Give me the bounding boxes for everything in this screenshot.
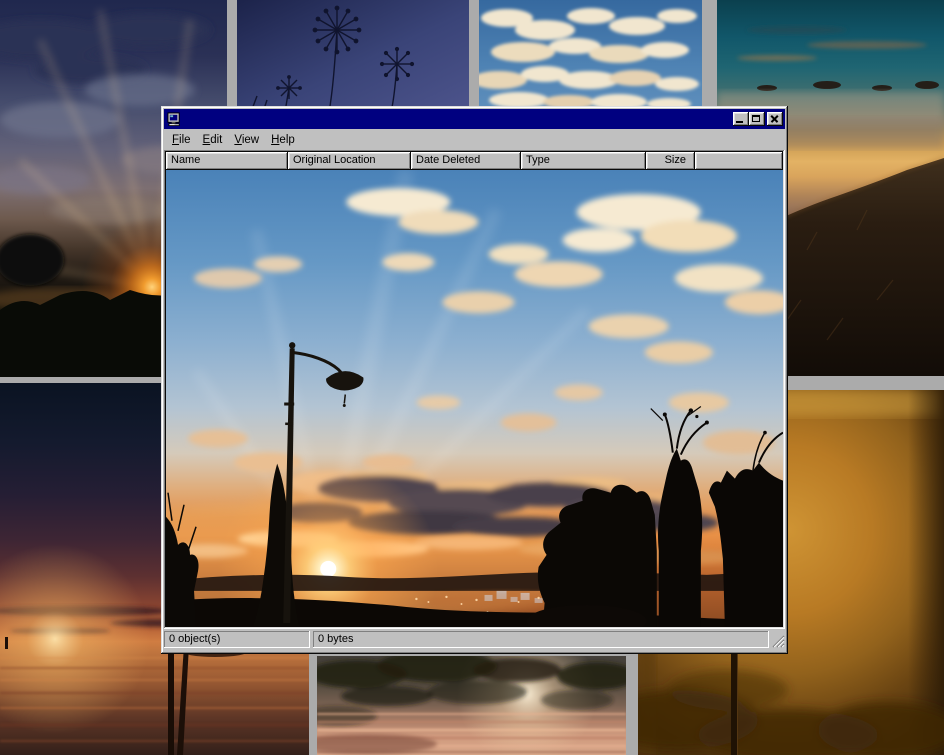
- minimize-icon: [736, 121, 743, 123]
- column-header-name[interactable]: Name: [166, 152, 288, 170]
- computer-icon: [167, 112, 182, 127]
- wallpaper-water-reflection-photo: [317, 656, 626, 755]
- list-view[interactable]: Name Original Location Date Deleted Type…: [164, 150, 785, 629]
- sunset-streetlamp-photo: [166, 170, 783, 627]
- window-titlebar[interactable]: [164, 109, 785, 129]
- close-button[interactable]: [767, 112, 783, 126]
- column-header-row: Name Original Location Date Deleted Type…: [166, 152, 783, 170]
- maximize-icon: [752, 115, 760, 122]
- minimize-button[interactable]: [733, 112, 749, 126]
- column-header-date-deleted[interactable]: Date Deleted: [411, 152, 521, 170]
- resize-grip[interactable]: [772, 635, 785, 648]
- menu-bar: File Edit View Help: [164, 129, 785, 150]
- menu-edit[interactable]: Edit: [197, 132, 229, 148]
- wallpaper-dried-flower-silhouette-photo: [237, 0, 469, 112]
- menu-view[interactable]: View: [228, 132, 265, 148]
- status-bar: 0 object(s) 0 bytes: [164, 629, 785, 651]
- menu-file[interactable]: File: [166, 132, 197, 148]
- column-header-size[interactable]: Size: [646, 152, 695, 170]
- maximize-button[interactable]: [749, 112, 765, 126]
- menu-help[interactable]: Help: [265, 132, 301, 148]
- desktop: File Edit View Help Name Original Locati…: [0, 0, 944, 755]
- column-header-type[interactable]: Type: [521, 152, 646, 170]
- recycle-bin-window: File Edit View Help Name Original Locati…: [161, 106, 788, 654]
- status-objects: 0 object(s): [164, 631, 310, 648]
- column-header-original-location[interactable]: Original Location: [288, 152, 411, 170]
- column-header-blank[interactable]: [695, 152, 783, 170]
- status-bytes: 0 bytes: [313, 631, 769, 648]
- wallpaper-altocumulus-sky-photo: [479, 0, 702, 112]
